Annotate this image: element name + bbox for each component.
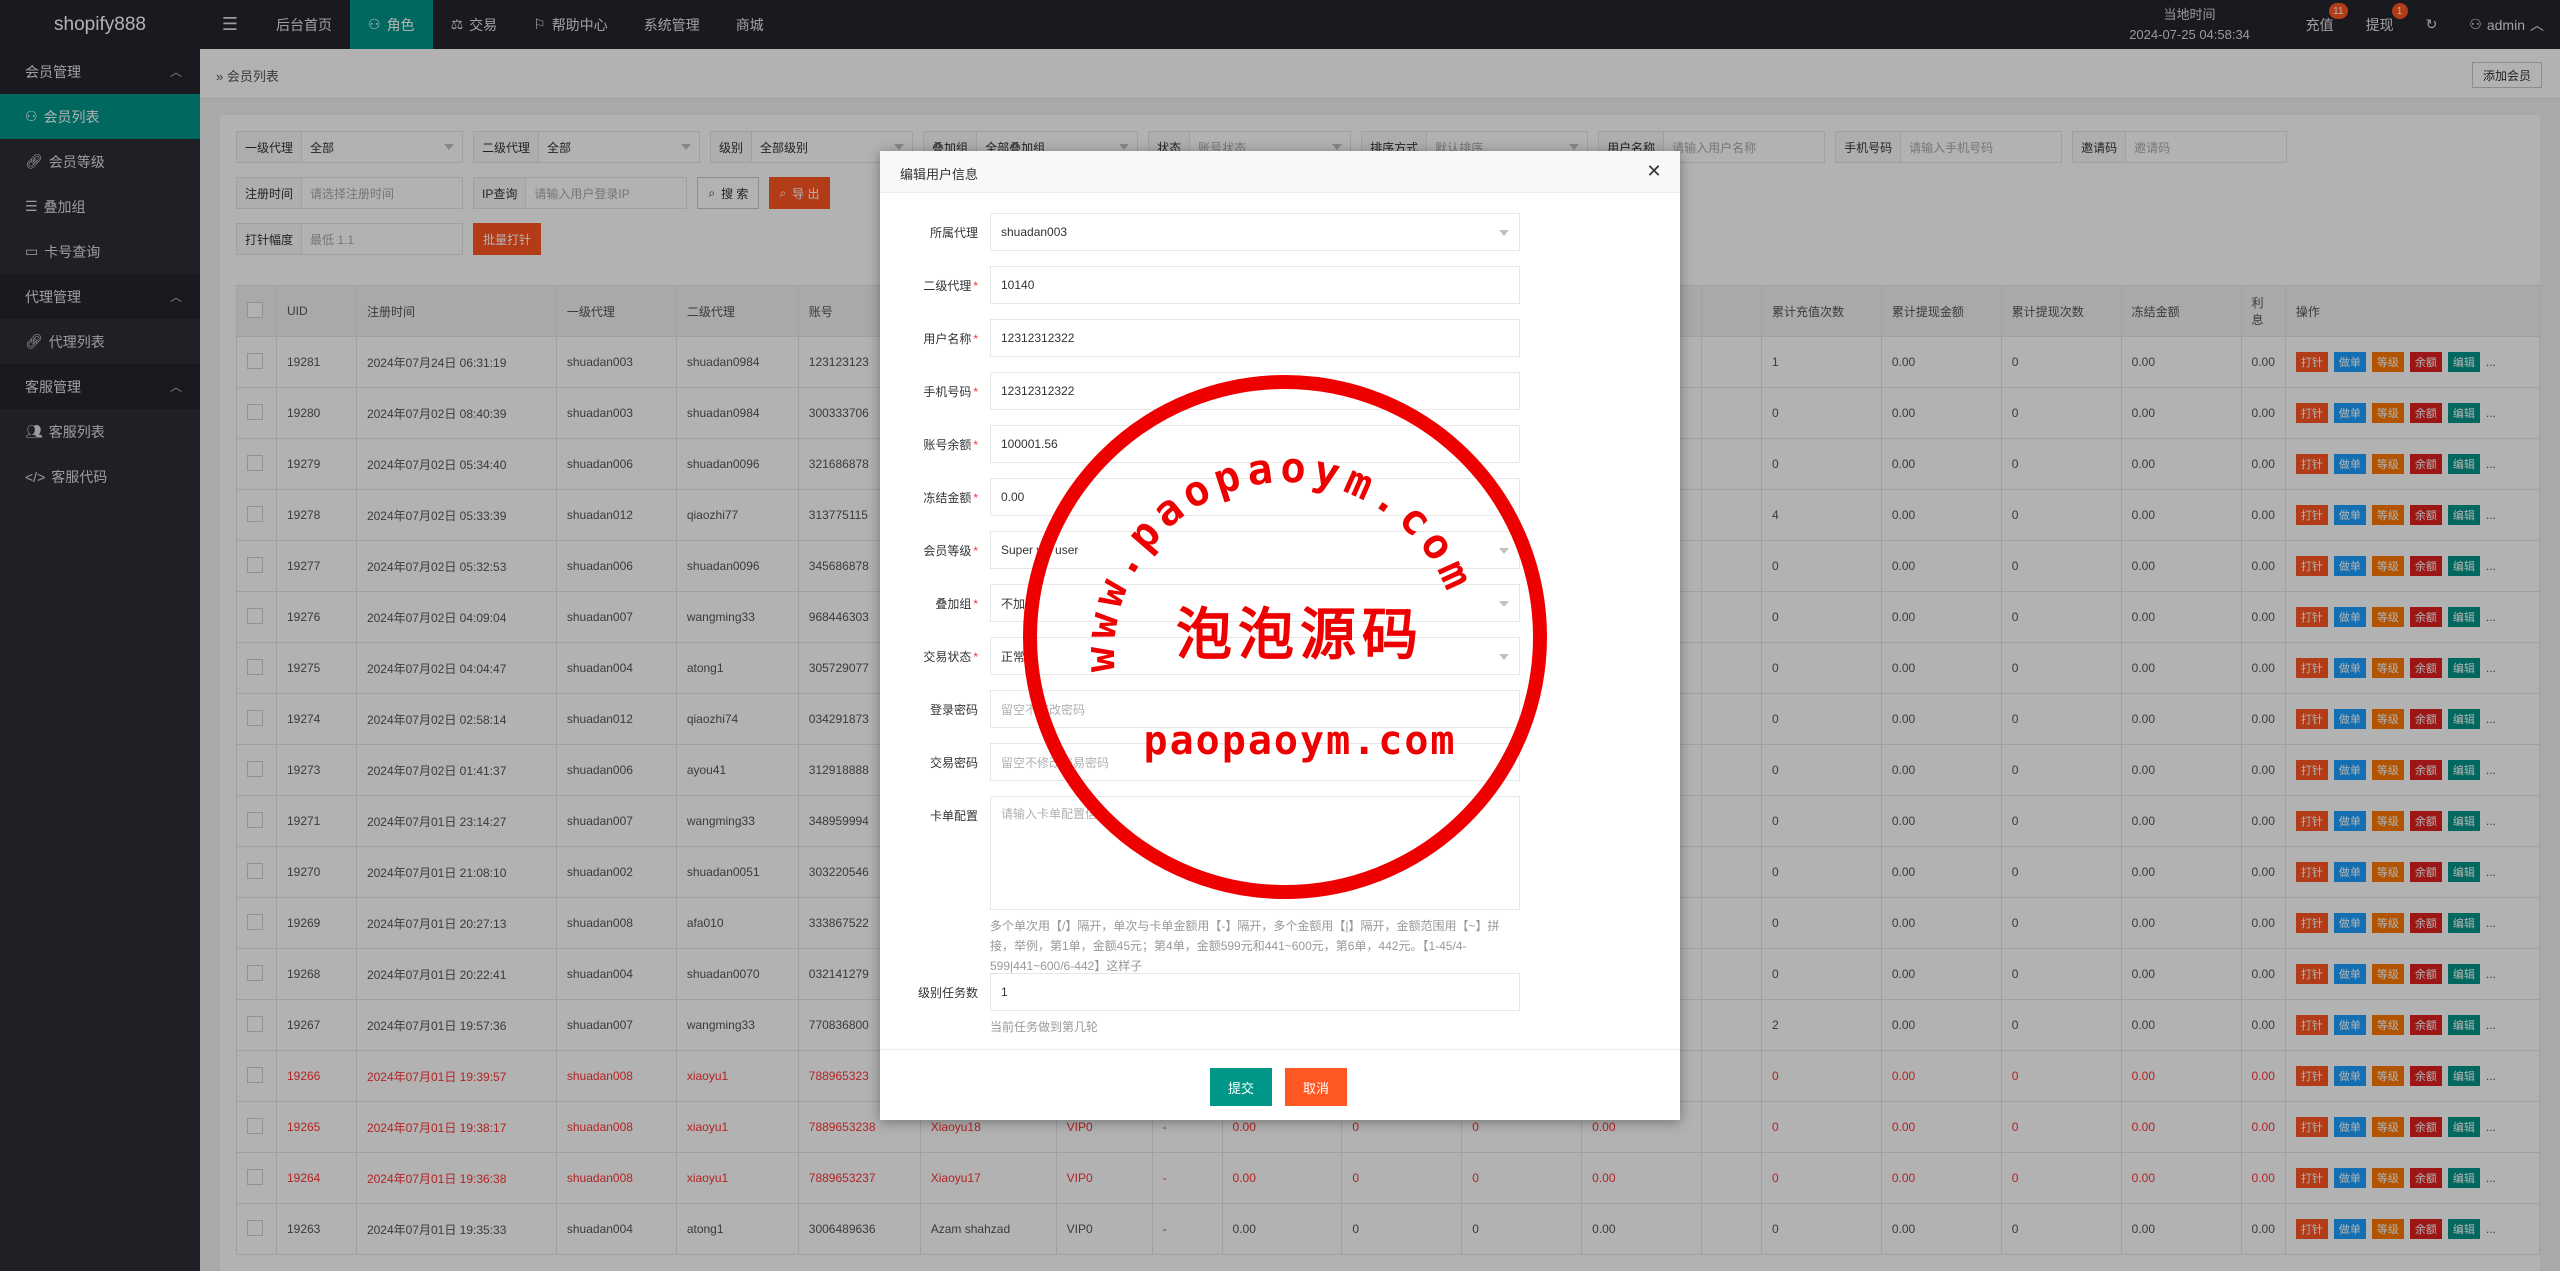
- field-label: 账号余额 *: [880, 436, 978, 453]
- field-label-text: 登录密码: [929, 703, 978, 717]
- field-label-text: 二级代理: [923, 279, 972, 293]
- field-label: 用户名称 *: [880, 330, 978, 347]
- field-label: 二级代理 *: [880, 277, 978, 294]
- field-label: 冻结金额 *: [880, 489, 978, 506]
- balance-input[interactable]: 100001.56: [990, 425, 1520, 463]
- required-mark: *: [973, 279, 978, 293]
- task-count-hint: 当前任务做到第几轮: [990, 1020, 1099, 1034]
- required-mark: *: [973, 332, 978, 346]
- modal-header: 编辑用户信息 ✕: [880, 151, 1680, 193]
- field-label-text: 会员等级: [923, 544, 972, 558]
- field-label-text: 用户名称: [923, 332, 972, 346]
- chevron-down-icon: [1499, 548, 1509, 554]
- required-mark: *: [973, 597, 978, 611]
- field-label-text: 手机号码: [923, 385, 972, 399]
- field-label-text: 卡单配置: [929, 809, 978, 823]
- close-icon[interactable]: ✕: [1642, 159, 1666, 183]
- frozen-amount-input[interactable]: 0.00: [990, 478, 1520, 516]
- task-count-input[interactable]: 1: [990, 973, 1520, 1011]
- field-label: 手机号码 *: [880, 383, 978, 400]
- field-label: 会员等级 *: [880, 542, 978, 559]
- level2-agent-input[interactable]: 10140: [990, 266, 1520, 304]
- field-label-text: 级别任务数: [917, 986, 978, 1000]
- field-label-text: 冻结金额: [923, 491, 972, 505]
- required-mark: *: [973, 385, 978, 399]
- field-label: 交易密码: [880, 754, 978, 771]
- field-label-text: 交易密码: [929, 756, 978, 770]
- chevron-down-icon: [1499, 230, 1509, 236]
- field-value: shuadan003: [1001, 225, 1068, 239]
- modal-title: 编辑用户信息: [900, 167, 979, 182]
- field-label: 登录密码: [880, 701, 978, 718]
- field-label: 叠加组 *: [880, 595, 978, 612]
- cancel-button[interactable]: 取消: [1285, 1068, 1348, 1106]
- username-input[interactable]: 12312312322: [990, 319, 1520, 357]
- member-level-select[interactable]: Super vip user: [990, 531, 1520, 569]
- card-config-hint: 多个单次用【/】隔开，单次与卡单金额用【-】隔开，多个金额用【|】隔开，金额范围…: [990, 919, 1500, 973]
- field-label: 卡单配置: [880, 807, 978, 824]
- field-value: Super vip user: [1001, 543, 1079, 557]
- field-label-text: 叠加组: [935, 597, 972, 611]
- stamp-main-text: 泡泡源码: [1176, 602, 1424, 668]
- field-label: 所属代理: [880, 224, 978, 241]
- field-value: 正常: [1001, 649, 1026, 664]
- stamp-url-text: paopaoym.com: [1143, 718, 1457, 764]
- submit-button[interactable]: 提交: [1210, 1068, 1273, 1106]
- field-label-text: 所属代理: [929, 226, 978, 240]
- required-mark: *: [973, 491, 978, 505]
- field-label: 级别任务数: [880, 984, 978, 1001]
- field-label-text: 账号余额: [923, 438, 972, 452]
- required-mark: *: [973, 544, 978, 558]
- field-label-text: 交易状态: [923, 650, 972, 664]
- field-label: 交易状态 *: [880, 648, 978, 665]
- agent-select[interactable]: shuadan003: [990, 213, 1520, 251]
- card-config-textarea[interactable]: 请输入卡单配置信息: [990, 796, 1520, 910]
- field-value: 不加入: [1001, 596, 1038, 611]
- phone-input[interactable]: 12312312322: [990, 372, 1520, 410]
- required-mark: *: [973, 650, 978, 664]
- modal-footer: 提交 取消: [880, 1049, 1680, 1120]
- required-mark: *: [973, 438, 978, 452]
